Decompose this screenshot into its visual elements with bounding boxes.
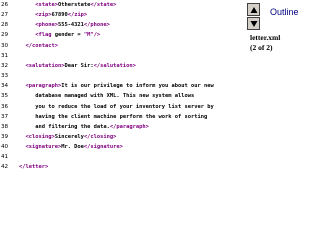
xml-text: Dear Sir:	[64, 62, 94, 69]
code-line: 28 <phone>555-4321</phone>	[0, 20, 240, 30]
code-text: database managed with XML. This new syst…	[19, 91, 194, 101]
code-line: 37 having the client machine perform the…	[0, 112, 240, 122]
line-number: 40	[1, 144, 9, 151]
xml-text: 67890	[51, 12, 68, 19]
code-line: 30 </contact>	[0, 41, 240, 51]
xml-text	[19, 104, 35, 110]
xml-tag: </closing>	[83, 133, 117, 140]
code-line: 41	[0, 152, 240, 162]
xml-tag: </contact>	[25, 42, 58, 49]
line-number: 38	[1, 123, 9, 130]
code-line: 29 <flag gender = "M"/>	[0, 30, 240, 40]
line-number: 42	[1, 164, 9, 171]
xml-tag: <state>	[35, 2, 58, 8]
xml-tag: <signature>	[25, 144, 62, 151]
next-slide-button[interactable]	[247, 17, 260, 30]
code-text: </letter>	[19, 162, 48, 172]
line-number: 27	[1, 12, 9, 19]
code-listing: 26 <state>Otherstate</state> 27 <zip>6789…	[0, 0, 240, 240]
xml-text	[19, 114, 35, 120]
xml-tag: </signature>	[83, 144, 123, 151]
code-text: <phone>555-4321</phone>	[19, 20, 110, 30]
code-line: 40 <signature>Mr. Doe</signature>	[0, 142, 240, 152]
xml-text: It is our privilege to inform you about …	[61, 83, 214, 90]
code-line: 26 <state>Otherstate</state>	[0, 0, 240, 10]
code-line: 31	[0, 51, 240, 61]
line-number: 36	[1, 103, 9, 110]
line-number: 34	[1, 83, 9, 90]
code-text: <state>Otherstate</state>	[19, 0, 116, 10]
outline-link[interactable]: Outline	[270, 7, 299, 17]
xml-tag: <salutation>	[25, 62, 65, 69]
code-text: <paragraph>It is our privilege to inform…	[19, 81, 214, 91]
xml-text: and filtering the data.	[35, 123, 110, 130]
xml-tag: <paragraph>	[25, 83, 62, 90]
code-line: 32 <salutation>Dear Sir:</salutation>	[0, 61, 240, 71]
page-indicator: (2 of 2)	[250, 43, 273, 52]
code-line: 27 <zip>67890</zip>	[0, 10, 240, 20]
xml-tag: />	[93, 32, 101, 39]
xml-text	[19, 32, 35, 38]
xml-text: having the client machine perform the wo…	[35, 113, 208, 120]
xml-tag: </salutation>	[93, 62, 136, 69]
xml-tag: </zip>	[67, 12, 88, 19]
xml-text: Sincerely	[54, 133, 84, 140]
line-number: 39	[1, 133, 9, 140]
previous-slide-button[interactable]	[247, 3, 260, 16]
code-line: 35 database managed with XML. This new s…	[0, 91, 240, 101]
line-number: 33	[1, 73, 9, 80]
xml-tag: </paragraph>	[109, 123, 149, 130]
xml-text	[19, 93, 35, 99]
xml-tag: <closing>	[25, 133, 55, 140]
xml-text: Otherstate	[57, 2, 91, 8]
code-line: 33	[0, 71, 240, 81]
xml-tag: "M"	[83, 32, 94, 39]
code-line: 42 </letter>	[0, 162, 240, 172]
line-number: 32	[1, 62, 9, 69]
xml-tag: </phone>	[83, 22, 110, 29]
line-number: 28	[1, 22, 9, 29]
xml-text	[19, 2, 35, 8]
code-line: 36 you to reduce the load of your invent…	[0, 102, 240, 112]
code-text: <closing>Sincerely</closing>	[19, 132, 117, 142]
code-text: you to reduce the load of your inventory…	[19, 102, 214, 112]
line-number: 30	[1, 42, 9, 49]
code-text: <salutation>Dear Sir:</salutation>	[19, 61, 136, 71]
line-number: 26	[1, 2, 9, 8]
slide-navigation	[247, 3, 260, 31]
xml-tag: </state>	[90, 2, 117, 8]
xml-tag: <flag	[35, 32, 52, 39]
file-caption: letter.xml (2 of 2)	[250, 33, 280, 53]
xml-text	[19, 124, 35, 130]
line-number: 41	[1, 154, 9, 161]
triangle-up-icon	[250, 6, 257, 13]
xml-tag: <zip>	[35, 12, 52, 19]
xml-text: Mr. Doe	[61, 144, 84, 151]
xml-tag: </letter>	[19, 164, 49, 171]
code-text: <zip>67890</zip>	[19, 10, 87, 20]
xml-text: database managed with XML. This new syst…	[35, 93, 195, 100]
code-text: </contact>	[19, 41, 58, 51]
xml-text: you to reduce the load of your inventory…	[35, 103, 214, 110]
xml-text: 555-4321	[57, 22, 84, 29]
line-number: 35	[1, 93, 9, 100]
line-number: 37	[1, 113, 9, 120]
xml-text	[19, 12, 35, 18]
code-line: 39 <closing>Sincerely</closing>	[0, 132, 240, 142]
code-line: 34 <paragraph>It is our privilege to inf…	[0, 81, 240, 91]
triangle-down-icon	[250, 20, 257, 27]
code-line: 38 and filtering the data.</paragraph>	[0, 122, 240, 132]
code-text: having the client machine perform the wo…	[19, 112, 207, 122]
code-text: <flag gender = "M"/>	[19, 30, 100, 40]
xml-text	[19, 22, 35, 28]
xml-text: gender =	[51, 32, 84, 39]
line-number: 29	[1, 32, 9, 39]
xml-tag: <phone>	[35, 22, 58, 29]
file-name: letter.xml	[250, 33, 281, 42]
line-number: 31	[1, 52, 9, 59]
code-text: <signature>Mr. Doe</signature>	[19, 142, 123, 152]
code-text: and filtering the data.</paragraph>	[19, 122, 149, 132]
